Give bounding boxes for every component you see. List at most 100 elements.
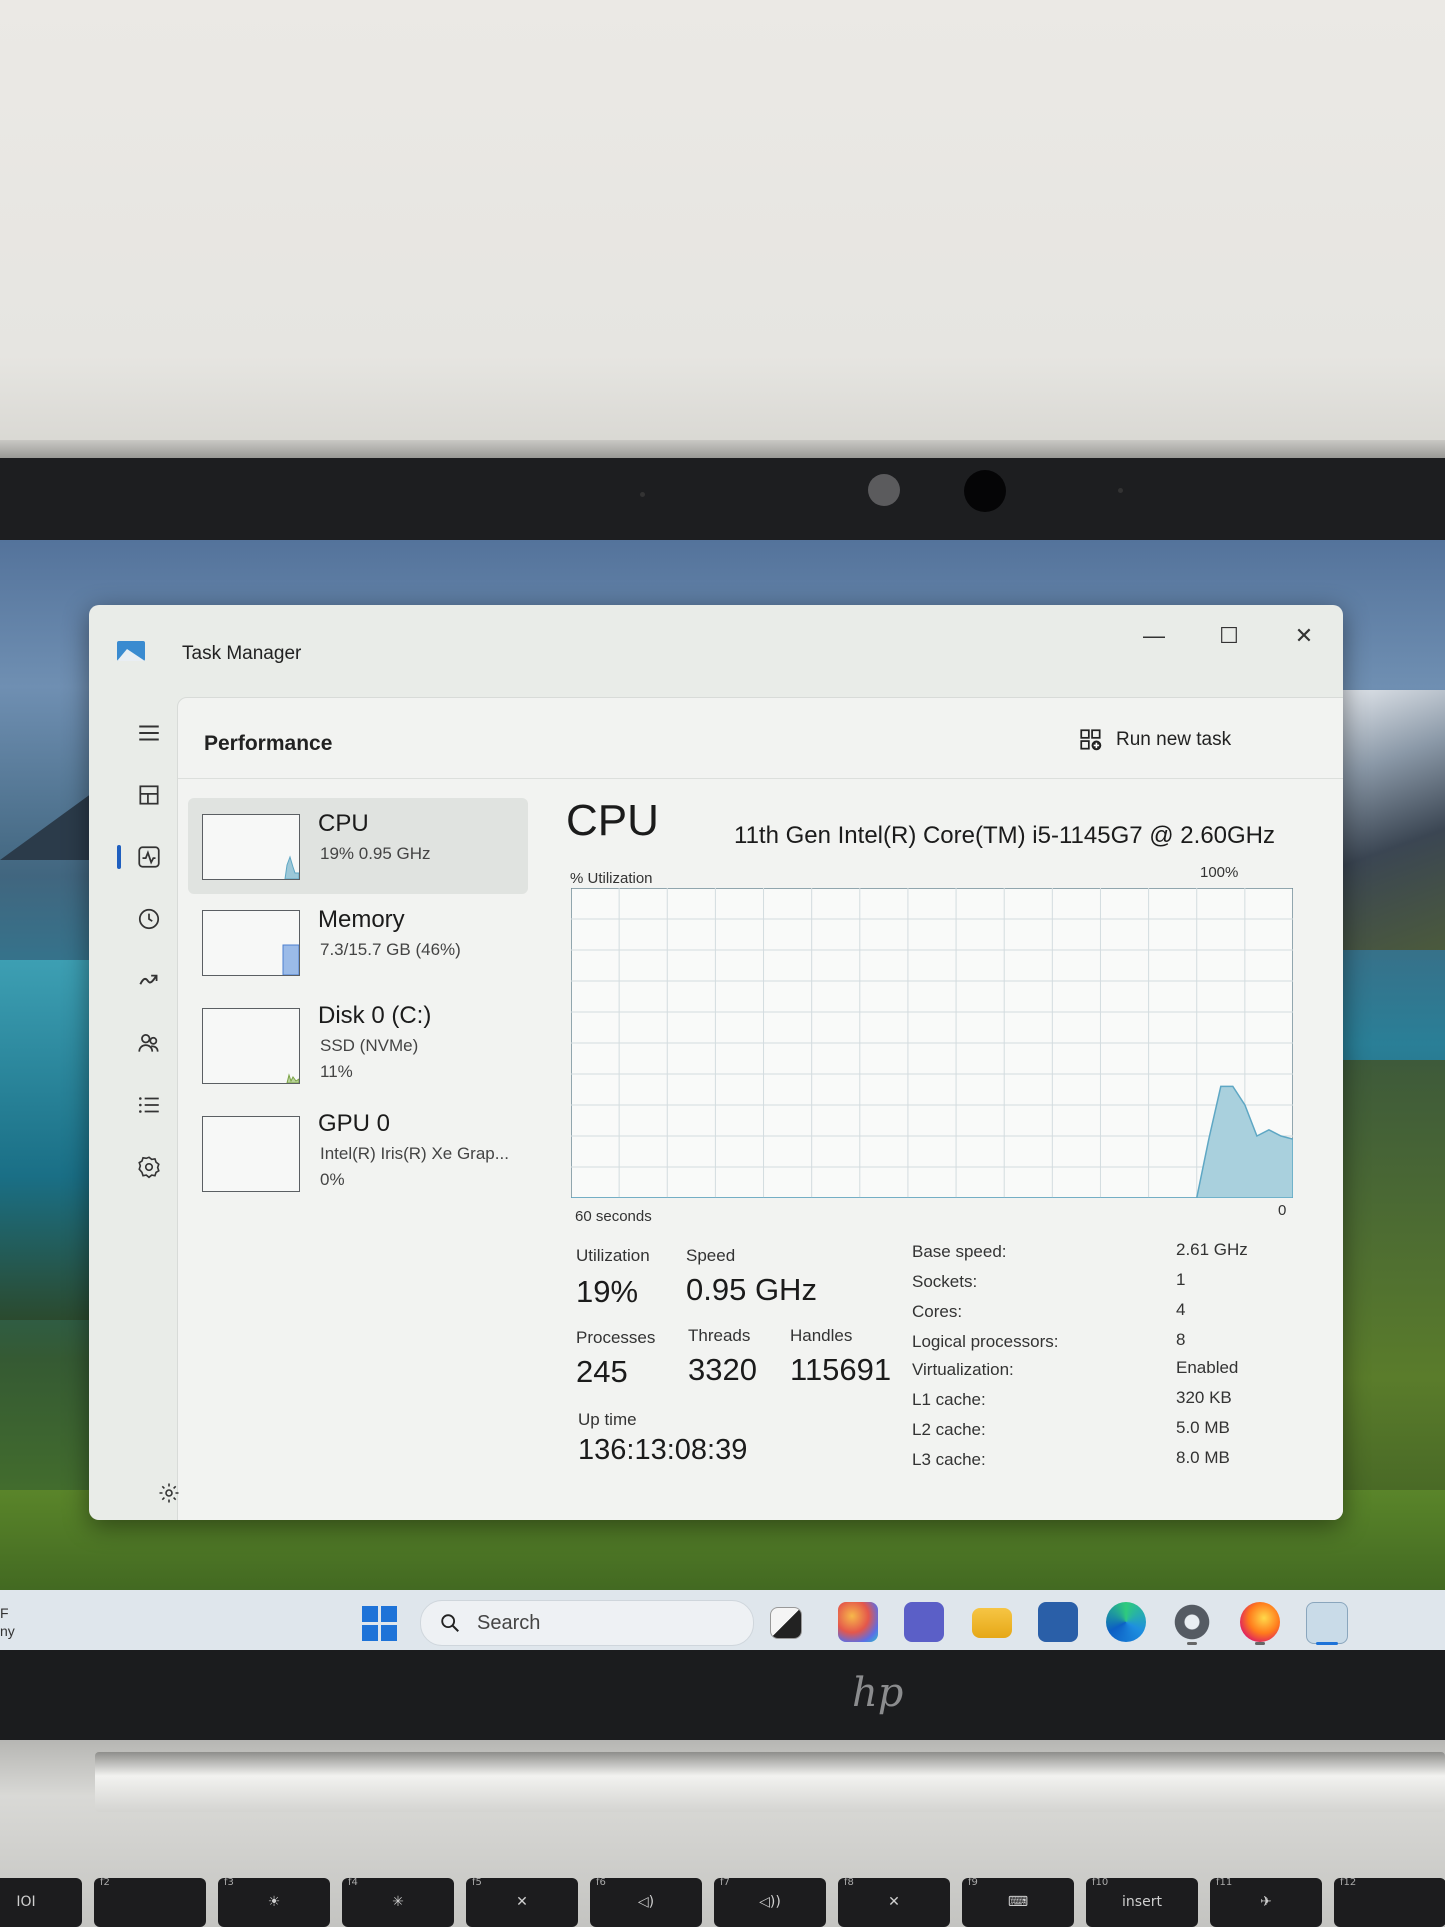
utilization-min-label: 0 <box>1278 1202 1287 1219</box>
taskbar-search-box[interactable]: Search <box>420 1600 754 1646</box>
task-manager-window: Task Manager — ☐ ✕ Performance Run new t… <box>89 605 1343 1520</box>
spec-label: Base speed: <box>912 1242 1007 1261</box>
start-icon[interactable] <box>362 1606 398 1642</box>
processes-value: 245 <box>576 1354 628 1389</box>
function-key-label: ◁) <box>637 1894 655 1910</box>
time-span-label: 60 seconds <box>575 1208 652 1225</box>
active-nav-indicator <box>117 845 121 869</box>
function-key-f7[interactable]: f7 ◁)) <box>714 1877 826 1927</box>
close-button[interactable]: ✕ <box>1279 619 1329 653</box>
function-key-f12[interactable]: f12 <box>1334 1877 1445 1927</box>
function-key-f9[interactable]: f9 ⌨ <box>962 1877 1074 1927</box>
task-manager-icon[interactable] <box>1306 1602 1348 1644</box>
device-item-disk[interactable]: Disk 0 (C:) SSD (NVMe) 11% <box>188 990 528 1090</box>
widget-line-2: ny <box>0 1623 15 1639</box>
app-history-icon[interactable] <box>127 897 171 941</box>
spec-label: L3 cache: <box>912 1450 986 1469</box>
device-item-memory[interactable]: Memory 7.3/15.7 GB (46%) <box>188 894 528 990</box>
function-key-f4[interactable]: f4 ✳ <box>342 1877 454 1927</box>
search-icon <box>441 1614 459 1632</box>
memory-thumbnail-graph <box>202 910 300 976</box>
function-key-f2[interactable]: f2 <box>94 1877 206 1927</box>
spec-value: 1 <box>1176 1270 1186 1289</box>
teams-icon[interactable] <box>904 1602 944 1642</box>
navigation-rail <box>117 697 177 1512</box>
function-key-label: ◁)) <box>759 1894 781 1910</box>
spec-label: Cores: <box>912 1302 963 1321</box>
window-title: Task Manager <box>182 643 302 664</box>
function-key-f5[interactable]: f5 ✕ <box>466 1877 578 1927</box>
webcam-icon <box>964 470 1006 512</box>
firefox-icon[interactable] <box>1240 1602 1280 1642</box>
spec-value: 8 <box>1176 1330 1186 1349</box>
running-indicator <box>1255 1642 1265 1645</box>
copilot-icon[interactable] <box>838 1602 878 1642</box>
device-item-cpu[interactable]: CPU 19% 0.95 GHz <box>188 798 528 894</box>
device-summary: Intel(R) Iris(R) Xe Grap... <box>320 1144 509 1163</box>
function-key-f11[interactable]: f11 ✈ <box>1210 1877 1322 1927</box>
function-key-f6[interactable]: f6 ◁) <box>590 1877 702 1927</box>
device-summary: 7.3/15.7 GB (46%) <box>320 940 461 959</box>
minimize-button[interactable]: — <box>1129 619 1179 653</box>
details-icon[interactable] <box>127 1083 171 1127</box>
run-new-task-button[interactable]: Run new task <box>1078 720 1231 760</box>
function-key-number: f11 <box>1216 1877 1233 1888</box>
function-key-label: IOI <box>16 1894 36 1910</box>
cpu-utilization-graph <box>571 888 1293 1198</box>
function-key-number: f6 <box>596 1877 606 1888</box>
cpu-heading: CPU <box>566 796 659 845</box>
function-key-number: f2 <box>100 1877 110 1888</box>
users-icon[interactable] <box>127 1021 171 1065</box>
spec-value: Enabled <box>1176 1358 1239 1377</box>
run-new-task-icon <box>1080 729 1102 751</box>
function-key-number: f3 <box>224 1877 234 1888</box>
taskbar-widget-text[interactable]: F ny <box>0 1604 15 1640</box>
threads-label: Threads <box>688 1326 751 1345</box>
services-icon[interactable] <box>127 1145 171 1189</box>
bottom-bezel <box>0 1650 1445 1740</box>
hp-logo: hp <box>852 1670 904 1716</box>
function-key-number: f4 <box>348 1877 358 1888</box>
function-key-label: ✕ <box>888 1894 900 1910</box>
task-view-icon[interactable] <box>770 1607 802 1639</box>
function-key-f1[interactable]: f1IOI <box>0 1878 82 1927</box>
edge-icon[interactable] <box>1106 1602 1146 1642</box>
spec-value: 5.0 MB <box>1176 1418 1230 1437</box>
file-explorer-icon[interactable] <box>972 1608 1012 1638</box>
threads-value: 3320 <box>688 1352 757 1387</box>
maximize-button[interactable]: ☐ <box>1204 619 1254 653</box>
hamburger-menu-icon[interactable] <box>127 711 171 755</box>
function-key-label: ✕ <box>516 1894 528 1910</box>
function-key-number: f9 <box>968 1877 978 1888</box>
store-icon[interactable] <box>1038 1602 1078 1642</box>
utilization-value: 19% <box>576 1274 639 1309</box>
cpu-model-name: 11th Gen Intel(R) Core(TM) i5-1145G7 @ 2… <box>734 822 1276 849</box>
function-key-label: ☀ <box>267 1894 281 1910</box>
speed-label: Speed <box>686 1246 736 1265</box>
processes-icon[interactable] <box>127 773 171 817</box>
task-manager-app-icon <box>117 641 145 661</box>
disk-thumbnail-graph <box>202 1008 300 1084</box>
spec-label: L1 cache: <box>912 1390 986 1409</box>
wallpaper-mountain <box>1325 690 1445 950</box>
spec-value: 4 <box>1176 1300 1186 1319</box>
utilization-label: Utilization <box>576 1246 650 1265</box>
utilization-axis-label: % Utilization <box>570 870 653 887</box>
settings-app-icon[interactable] <box>1172 1602 1212 1642</box>
function-key-number: f10 <box>1092 1877 1109 1888</box>
uptime-value: 136:13:08:39 <box>578 1434 748 1466</box>
utilization-max-label: 100% <box>1200 864 1239 881</box>
function-key-f10[interactable]: f10 insert <box>1086 1877 1198 1927</box>
startup-apps-icon[interactable] <box>127 959 171 1003</box>
function-key-f8[interactable]: f8 ✕ <box>838 1877 950 1927</box>
function-key-f3[interactable]: f3 ☀ <box>218 1877 330 1927</box>
uptime-label: Up time <box>578 1410 637 1429</box>
function-key-number: f7 <box>720 1877 730 1888</box>
performance-icon[interactable] <box>127 835 171 879</box>
background-wall <box>0 0 1445 445</box>
function-key-number: f5 <box>472 1877 482 1888</box>
device-name: Memory <box>318 906 405 933</box>
settings-icon[interactable] <box>149 1473 189 1513</box>
device-item-gpu[interactable]: GPU 0 Intel(R) Iris(R) Xe Grap... 0% <box>188 1098 528 1198</box>
spec-label: Logical processors: <box>912 1332 1059 1351</box>
